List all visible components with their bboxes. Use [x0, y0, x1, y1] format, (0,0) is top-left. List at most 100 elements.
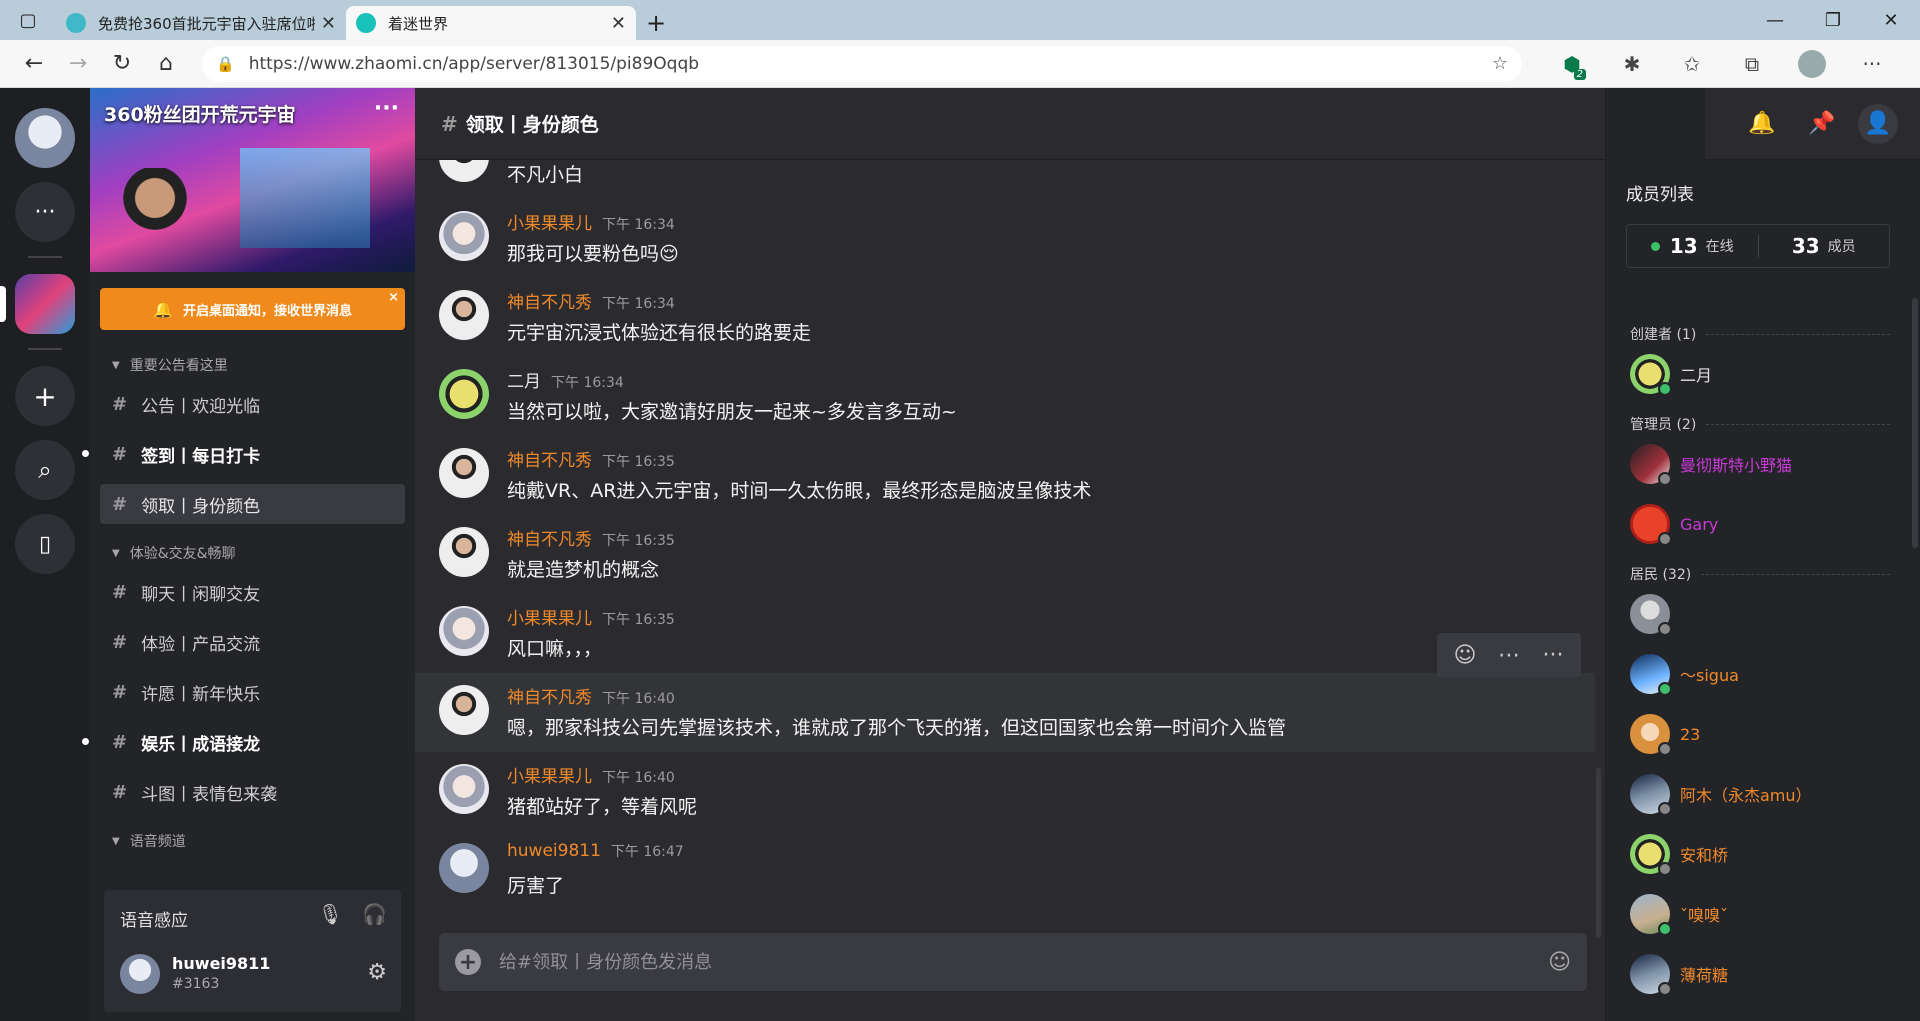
- add-attachment-icon[interactable]: +: [455, 949, 481, 975]
- channel-item[interactable]: # 聊天丨闲聊交友: [100, 572, 405, 612]
- member-item[interactable]: [1630, 594, 1680, 636]
- message-item[interactable]: 神自不凡秀 下午 16:35 就是造梦机的概念: [415, 515, 1595, 594]
- member-item[interactable]: 二月: [1630, 354, 1712, 396]
- member-item[interactable]: ～sigua: [1630, 654, 1739, 696]
- channel-item[interactable]: # 许愿丨新年快乐: [100, 672, 405, 712]
- avatar[interactable]: [120, 954, 160, 994]
- channel-item[interactable]: # 领取丨身份颜色: [100, 484, 405, 524]
- enable-notifications-banner[interactable]: 🔔 开启桌面通知，接收世界消息 ×: [100, 288, 405, 330]
- message-item[interactable]: 小果果果儿 下午 16:35 风口嘛，，，: [415, 594, 1595, 673]
- microphone-icon[interactable]: 🎙: [318, 902, 343, 926]
- more-icon[interactable]: ···: [1531, 643, 1575, 668]
- message-author[interactable]: huwei9811 下午 16:47: [507, 841, 684, 861]
- browser-tab-2[interactable]: 着迷世界 ✕: [346, 6, 636, 40]
- avatar[interactable]: [439, 211, 489, 261]
- mobile-app-icon[interactable]: ▯: [15, 514, 75, 574]
- message-item[interactable]: 神自不凡秀 下午 16:40 嗯，那家科技公司先掌握该技术，谁就成了那个飞天的猪，但…: [415, 633, 1595, 752]
- message-item[interactable]: 不凡小白: [415, 160, 1595, 199]
- more-menu-icon[interactable]: ···: [1842, 44, 1902, 84]
- channel-category[interactable]: ▼ 体验&交友&畅聊: [90, 534, 415, 572]
- avatar[interactable]: [439, 527, 489, 577]
- server-name[interactable]: 360粉丝团开荒元宇宙: [104, 100, 296, 127]
- member-item[interactable]: ˇ嗅嗅ˇ: [1630, 894, 1728, 936]
- avatar[interactable]: [439, 685, 489, 735]
- message-author[interactable]: 小果果果儿 下午 16:40: [507, 762, 675, 787]
- direct-messages-icon[interactable]: ···: [15, 182, 75, 242]
- scrollbar[interactable]: [1912, 298, 1918, 548]
- channel-item[interactable]: # 娱乐丨成语接龙: [82, 722, 405, 762]
- channel-item[interactable]: # 斗图丨表情包来袭: [100, 772, 405, 812]
- message-item[interactable]: 小果果果儿 下午 16:40 猪都站好了，等着风呢: [415, 752, 1595, 831]
- message-item[interactable]: 二月 下午 16:34 当然可以啦，大家邀请好朋友一起来~多发言多互动~: [415, 357, 1595, 436]
- extension-shield-icon[interactable]: ⬢ 2: [1542, 44, 1602, 84]
- message-item[interactable]: huwei9811 下午 16:47 厉害了: [415, 831, 1595, 910]
- message-item[interactable]: 小果果果儿 下午 16:34 那我可以要粉色吗😌: [415, 199, 1595, 278]
- message-input[interactable]: [499, 951, 1549, 973]
- member-item[interactable]: Gary: [1630, 504, 1718, 546]
- emoji-icon[interactable]: ☺: [1548, 950, 1571, 975]
- site-favicon-icon: [66, 13, 86, 33]
- message-list[interactable]: 不凡小白 小果果果儿 下午 16:34 那我可以要粉色吗😌 神自不凡秀 下午 16:34 元…: [415, 160, 1605, 940]
- message-author[interactable]: 小果果果儿 下午 16:35: [507, 604, 675, 629]
- browser-tab-1[interactable]: 免费抢360首批元宇宙入驻席位啦 ✕: [56, 6, 346, 40]
- lock-icon[interactable]: 🔒: [216, 55, 235, 73]
- message-author[interactable]: 二月 下午 16:34: [507, 367, 624, 392]
- server-menu-icon[interactable]: ···: [374, 96, 399, 121]
- avatar[interactable]: [439, 448, 489, 498]
- add-server-icon[interactable]: +: [15, 366, 75, 426]
- headphones-icon[interactable]: 🎧: [362, 902, 387, 926]
- member-item[interactable]: 安和桥: [1630, 834, 1728, 876]
- avatar[interactable]: [439, 606, 489, 656]
- channel-item[interactable]: # 签到丨每日打卡: [82, 434, 405, 474]
- profile-avatar[interactable]: [1782, 44, 1842, 84]
- avatar[interactable]: [439, 843, 489, 893]
- close-tab-icon[interactable]: ✕: [321, 13, 336, 34]
- back-arrow-icon[interactable]: ←: [12, 44, 56, 84]
- message-item[interactable]: 神自不凡秀 下午 16:35 纯戴VR、AR进入元宇宙，时间一久太伤眼，最终形态是脑…: [415, 436, 1595, 515]
- search-icon[interactable]: ⌕: [15, 440, 75, 500]
- add-favorite-icon[interactable]: ☆: [1492, 53, 1508, 74]
- channel-label: 聊天丨闲聊交友: [141, 584, 261, 605]
- avatar[interactable]: [439, 369, 489, 419]
- new-tab-button[interactable]: +: [636, 6, 676, 40]
- member-list-toggle-icon[interactable]: 👤: [1858, 103, 1898, 144]
- message-author[interactable]: 神自不凡秀 下午 16:34: [507, 288, 675, 313]
- message-author[interactable]: 神自不凡秀 下午 16:35: [507, 525, 675, 550]
- bell-icon[interactable]: 🔔: [1732, 111, 1792, 136]
- channel-category[interactable]: ▼ 语音频道: [90, 822, 415, 860]
- avatar[interactable]: [439, 160, 489, 182]
- avatar[interactable]: [439, 290, 489, 340]
- add-reaction-icon[interactable]: ☺: [1443, 643, 1487, 668]
- favorites-icon[interactable]: ✩: [1662, 44, 1722, 84]
- reload-icon[interactable]: ↻: [100, 44, 144, 84]
- pin-icon[interactable]: 📌: [1792, 111, 1852, 136]
- message-author[interactable]: 神自不凡秀 下午 16:35: [507, 446, 675, 471]
- forward-arrow-icon[interactable]: →: [56, 44, 100, 84]
- member-item[interactable]: 薄荷糖: [1630, 954, 1728, 996]
- minimize-icon[interactable]: —: [1746, 0, 1804, 40]
- close-window-icon[interactable]: ✕: [1862, 0, 1920, 40]
- user-avatar[interactable]: [15, 108, 75, 168]
- restore-icon[interactable]: ❐: [1804, 0, 1862, 40]
- collections-icon[interactable]: ⧉: [1722, 44, 1782, 84]
- gear-icon[interactable]: ⚙: [367, 960, 387, 985]
- channel-item[interactable]: # 体验丨产品交流: [100, 622, 405, 662]
- member-item[interactable]: 曼彻斯特小野猫: [1630, 444, 1792, 486]
- server-icon-360[interactable]: [0, 274, 75, 334]
- member-item[interactable]: 23: [1630, 714, 1700, 756]
- address-bar[interactable]: 🔒 https://www.zhaomi.cn/app/server/81301…: [202, 45, 1522, 82]
- message-author[interactable]: 小果果果儿 下午 16:34: [507, 209, 675, 234]
- home-icon[interactable]: ⌂: [144, 44, 188, 84]
- extensions-puzzle-icon[interactable]: ✱: [1602, 44, 1662, 84]
- message-item[interactable]: 神自不凡秀 下午 16:34 元宇宙沉浸式体验还有很长的路要走: [415, 278, 1595, 357]
- avatar[interactable]: [439, 764, 489, 814]
- tab-actions-icon[interactable]: ▢: [0, 0, 56, 40]
- message-author[interactable]: 神自不凡秀 下午 16:40: [507, 683, 675, 708]
- channel-category[interactable]: ▼ 重要公告看这里: [90, 346, 415, 384]
- close-tab-icon[interactable]: ✕: [611, 13, 626, 34]
- reply-icon[interactable]: ⋯: [1487, 643, 1531, 668]
- close-icon[interactable]: ×: [388, 290, 399, 305]
- channel-item[interactable]: # 公告丨欢迎光临: [100, 384, 405, 424]
- scrollbar[interactable]: [1596, 768, 1601, 938]
- member-item[interactable]: 阿木（永杰amu）: [1630, 774, 1812, 816]
